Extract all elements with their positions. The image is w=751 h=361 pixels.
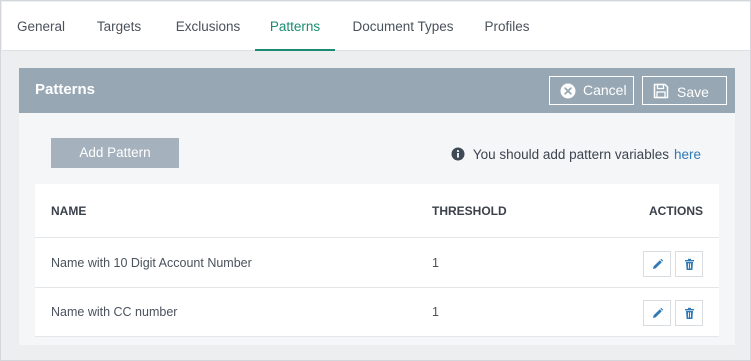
panel-title: Patterns bbox=[35, 81, 96, 98]
pattern-name: Name with CC number bbox=[51, 305, 178, 319]
tab-exclusions[interactable]: Exclusions bbox=[164, 2, 252, 51]
save-label: Save bbox=[677, 84, 709, 100]
pencil-icon bbox=[653, 258, 664, 269]
save-button[interactable]: Save bbox=[642, 76, 727, 105]
pattern-variables-hint: You should add pattern variables here bbox=[451, 145, 701, 163]
pattern-name: Name with 10 Digit Account Number bbox=[51, 256, 252, 270]
panel-header: Patterns Cancel Save bbox=[19, 68, 735, 113]
edit-button[interactable] bbox=[643, 300, 671, 326]
pattern-threshold: 1 bbox=[432, 305, 439, 319]
cancel-button[interactable]: Cancel bbox=[549, 76, 634, 105]
cancel-label: Cancel bbox=[583, 82, 627, 98]
delete-button[interactable] bbox=[675, 251, 703, 277]
edit-button[interactable] bbox=[643, 251, 671, 277]
tab-profiles[interactable]: Profiles bbox=[473, 2, 541, 51]
tab-bar: General Targets Exclusions Patterns Docu… bbox=[2, 2, 750, 51]
column-header-name[interactable]: NAME bbox=[51, 204, 86, 218]
table-row: Name with CC number 1 bbox=[35, 288, 719, 337]
close-circle-icon bbox=[560, 83, 576, 99]
app-frame: General Targets Exclusions Patterns Docu… bbox=[0, 0, 751, 361]
tab-document-types[interactable]: Document Types bbox=[344, 2, 462, 51]
patterns-table: NAME THRESHOLD ACTIONS Name with 10 Digi… bbox=[35, 184, 719, 337]
delete-button[interactable] bbox=[675, 300, 703, 326]
trash-icon bbox=[685, 307, 694, 319]
tab-targets[interactable]: Targets bbox=[84, 2, 154, 51]
pattern-threshold: 1 bbox=[432, 256, 439, 270]
patterns-panel: Patterns Cancel Save Add Pattern You sho… bbox=[19, 68, 735, 345]
save-icon bbox=[653, 83, 669, 99]
table-header: NAME THRESHOLD ACTIONS bbox=[35, 184, 719, 238]
info-circle-icon bbox=[451, 147, 465, 161]
pattern-variables-link[interactable]: here bbox=[674, 147, 701, 162]
hint-text: You should add pattern variables bbox=[472, 146, 669, 162]
tab-general[interactable]: General bbox=[3, 2, 79, 51]
tab-patterns[interactable]: Patterns bbox=[255, 2, 335, 51]
trash-icon bbox=[685, 258, 694, 270]
column-header-threshold[interactable]: THRESHOLD bbox=[432, 204, 507, 218]
add-pattern-button[interactable]: Add Pattern bbox=[51, 138, 179, 168]
table-row: Name with 10 Digit Account Number 1 bbox=[35, 239, 719, 288]
pencil-icon bbox=[653, 307, 664, 318]
column-header-actions: ACTIONS bbox=[649, 204, 703, 218]
